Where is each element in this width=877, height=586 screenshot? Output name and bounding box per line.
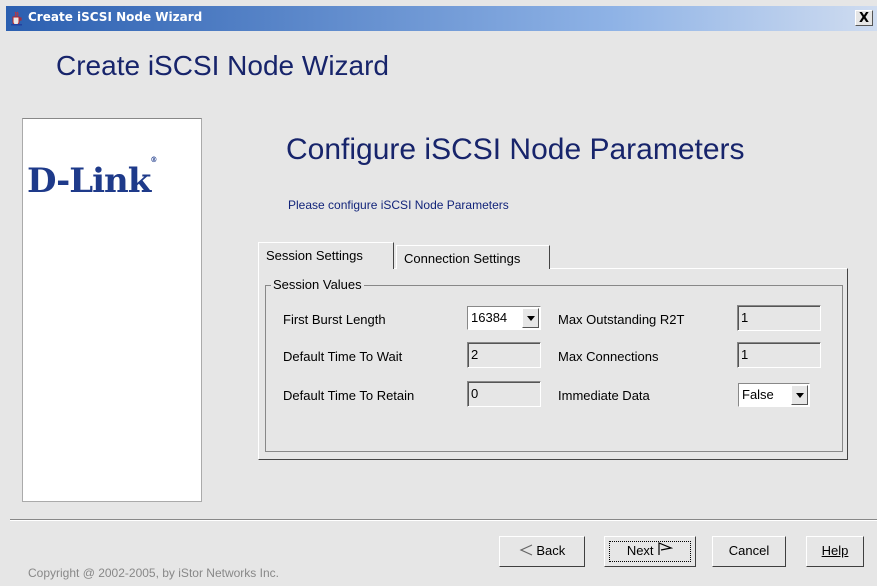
logo-panel: D-Link®	[22, 118, 202, 502]
back-arrow-icon	[519, 543, 537, 558]
max-connections-label: Max Connections	[558, 349, 659, 364]
back-label: Back	[536, 543, 566, 558]
chevron-down-icon[interactable]	[791, 385, 808, 405]
logo-text: D-Link	[27, 161, 151, 201]
title-bar[interactable]: Create iSCSI Node Wizard X	[6, 6, 877, 31]
dlink-logo: D-Link®	[27, 155, 157, 201]
chevron-down-icon[interactable]	[522, 308, 539, 328]
copyright-text: Copyright @ 2002-2005, by iStor Networks…	[28, 566, 279, 580]
page-title: Configure iSCSI Node Parameters	[286, 133, 745, 166]
close-icon: X	[858, 11, 870, 26]
first-burst-length-value: 16384	[471, 310, 508, 325]
back-button[interactable]: Back	[499, 536, 585, 567]
first-burst-length-label: First Burst Length	[283, 312, 386, 327]
max-connections-field[interactable]: 1	[737, 342, 821, 368]
next-button[interactable]: Next	[604, 536, 696, 567]
java-cup-icon	[10, 11, 23, 26]
tab-connection-settings[interactable]: Connection Settings	[396, 245, 550, 269]
group-title: Session Values	[271, 277, 364, 292]
tab-session-settings[interactable]: Session Settings	[258, 242, 394, 269]
default-time-to-wait-label: Default Time To Wait	[283, 349, 403, 364]
window-title: Create iSCSI Node Wizard	[28, 10, 203, 24]
first-burst-length-select[interactable]: 16384	[467, 306, 541, 330]
footer-divider	[10, 519, 877, 521]
cancel-button[interactable]: Cancel	[712, 536, 786, 567]
immediate-data-value: False	[742, 387, 774, 402]
focus-ring	[609, 541, 691, 562]
instructions-text: Please configure iSCSI Node Parameters	[288, 198, 509, 212]
immediate-data-label: Immediate Data	[558, 388, 650, 403]
wizard-heading: Create iSCSI Node Wizard	[56, 50, 390, 81]
registered-mark: ®	[150, 154, 157, 164]
max-outstanding-r2t-label: Max Outstanding R2T	[558, 312, 685, 327]
max-outstanding-r2t-field[interactable]: 1	[737, 305, 821, 331]
default-time-to-retain-field[interactable]: 0	[467, 381, 541, 407]
close-button[interactable]: X	[855, 10, 873, 26]
help-button[interactable]: Help	[806, 536, 864, 567]
default-time-to-retain-label: Default Time To Retain	[283, 388, 415, 403]
immediate-data-select[interactable]: False	[738, 383, 810, 407]
wizard-window: Create iSCSI Node Wizard X Create iSCSI …	[0, 0, 877, 586]
default-time-to-wait-field[interactable]: 2	[467, 342, 541, 368]
help-label: Help	[821, 543, 849, 558]
